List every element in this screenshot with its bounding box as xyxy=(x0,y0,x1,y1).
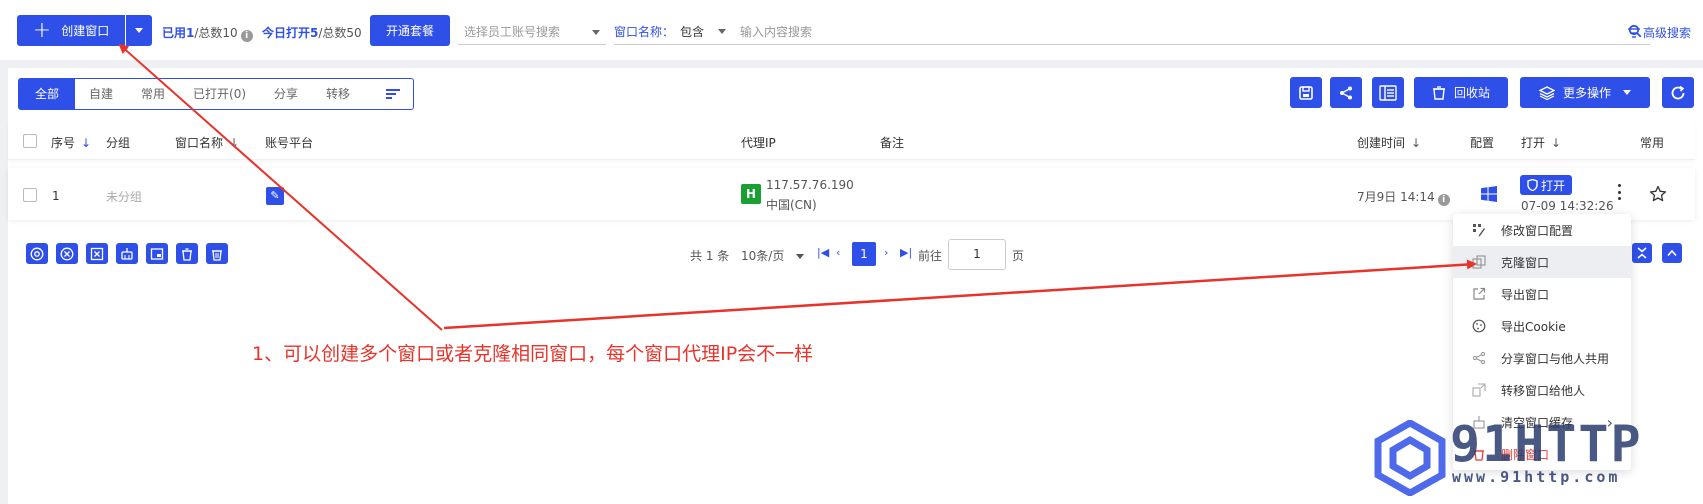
arrow-to-clone-menu xyxy=(443,259,1477,330)
watermark-url: www.91http.com xyxy=(1452,468,1621,486)
annotation-text: 1、可以创建多个窗口或者克隆相同窗口，每个窗口代理IP会不一样 xyxy=(252,343,814,365)
watermark-logo-icon xyxy=(1374,420,1446,496)
arrow-to-create-button xyxy=(118,43,443,331)
watermark-brand: 91HTTP xyxy=(1450,415,1643,473)
